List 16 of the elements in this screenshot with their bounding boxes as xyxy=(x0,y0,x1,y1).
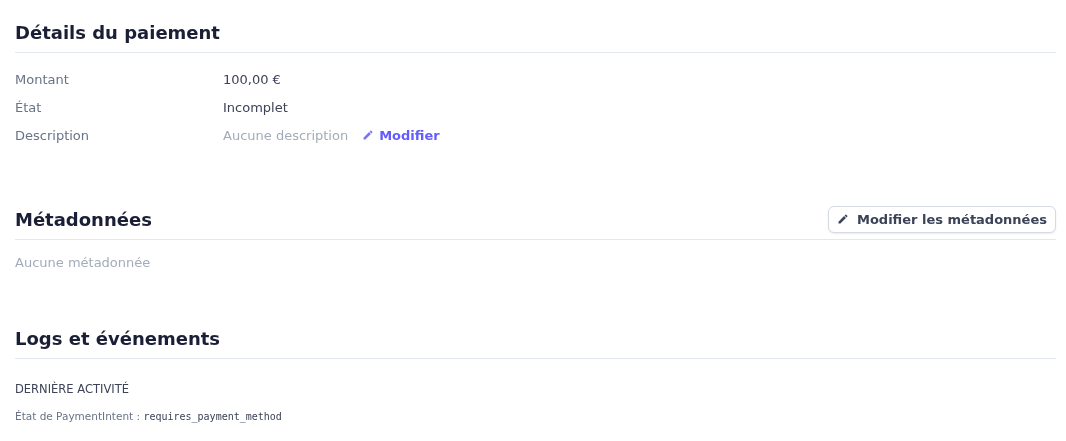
field-label: État xyxy=(15,99,43,115)
field-label: Description xyxy=(15,127,91,143)
pencil-icon xyxy=(362,129,375,141)
section-title: Logs et événements xyxy=(15,327,221,349)
empty-message: Aucune métadonnée xyxy=(15,254,152,270)
subsection-title: DERNIÈRE ACTIVITÉ xyxy=(15,382,130,396)
edit-link[interactable]: Modifier xyxy=(362,127,440,143)
pencil-icon xyxy=(836,213,849,225)
edit-metadata-button[interactable]: Modifier les métadonnées xyxy=(827,205,1056,233)
field-label: Montant xyxy=(15,71,70,87)
section-title: Métadonnées xyxy=(15,208,152,230)
field-value: Incomplet xyxy=(223,99,288,115)
field-value: 100,00 € xyxy=(223,71,281,87)
log-entry: État de PaymentIntent : requires_payment_method xyxy=(15,410,283,422)
section-title: Détails du paiement xyxy=(15,21,220,43)
field-value: Aucune description xyxy=(223,127,349,143)
